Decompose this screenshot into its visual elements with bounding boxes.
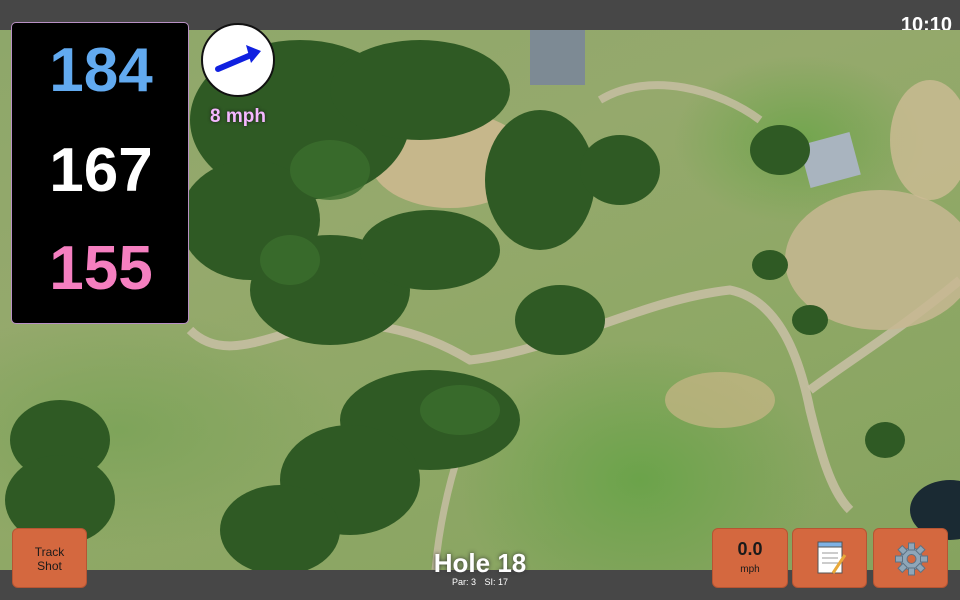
hole-stroke-index: SI: 17 <box>484 577 509 587</box>
notepad-icon <box>817 541 847 574</box>
wind-speed-value: 8 mph <box>210 106 266 127</box>
track-shot-button[interactable]: Track Shot <box>12 528 87 588</box>
back-distance: 184 <box>49 36 153 105</box>
speed-unit: mph <box>740 564 760 575</box>
track-shot-label-line1: Track <box>34 545 65 559</box>
wind-speed: 8 mph <box>190 106 286 128</box>
gear-icon <box>895 542 928 576</box>
track-shot-label-line2: Shot <box>37 559 62 573</box>
hole-meta: Par: 3 SI: 17 <box>380 577 580 587</box>
speed-button[interactable]: 0.0 mph <box>712 528 788 588</box>
middle-distance: 167 <box>49 136 153 205</box>
wind-direction-dial <box>201 23 275 97</box>
speed-value: 0.0 <box>737 539 763 559</box>
notes-button[interactable] <box>792 528 867 588</box>
settings-button[interactable] <box>873 528 948 588</box>
distance-panel: 184 167 155 <box>11 22 189 324</box>
wind-arrow-icon <box>215 45 261 72</box>
hole-title: Hole 18 <box>433 548 527 578</box>
hole-par: Par: 3 <box>451 577 476 587</box>
front-distance: 155 <box>49 234 153 303</box>
